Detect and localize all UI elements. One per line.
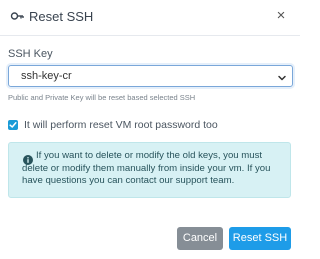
ssh-key-helper-text: Public and Private Key will be reset bas… (8, 93, 196, 102)
info-alert: If you want to delete or modify the old … (8, 142, 291, 198)
dialog-header: Reset SSH × (0, 0, 300, 36)
ssh-key-label: SSH Key (8, 48, 53, 60)
dialog-title: Reset SSH (29, 9, 94, 24)
cancel-button[interactable]: Cancel (177, 227, 223, 250)
reset-ssh-button[interactable]: Reset SSH (229, 227, 291, 250)
alert-text: If you want to delete or modify the old … (22, 150, 271, 186)
chevron-down-icon (277, 70, 287, 81)
ssh-key-select[interactable]: ssh-key-cr (8, 65, 293, 87)
reset-password-label[interactable]: It will perform reset VM root password t… (24, 119, 218, 131)
close-icon[interactable]: × (272, 7, 290, 25)
reset-ssh-dialog: Reset SSH × SSH Key ssh-key-cr Public an… (0, 0, 300, 259)
ssh-key-selected-value: ssh-key-cr (21, 70, 72, 82)
key-icon (10, 9, 24, 23)
reset-password-checkbox[interactable] (8, 120, 18, 130)
